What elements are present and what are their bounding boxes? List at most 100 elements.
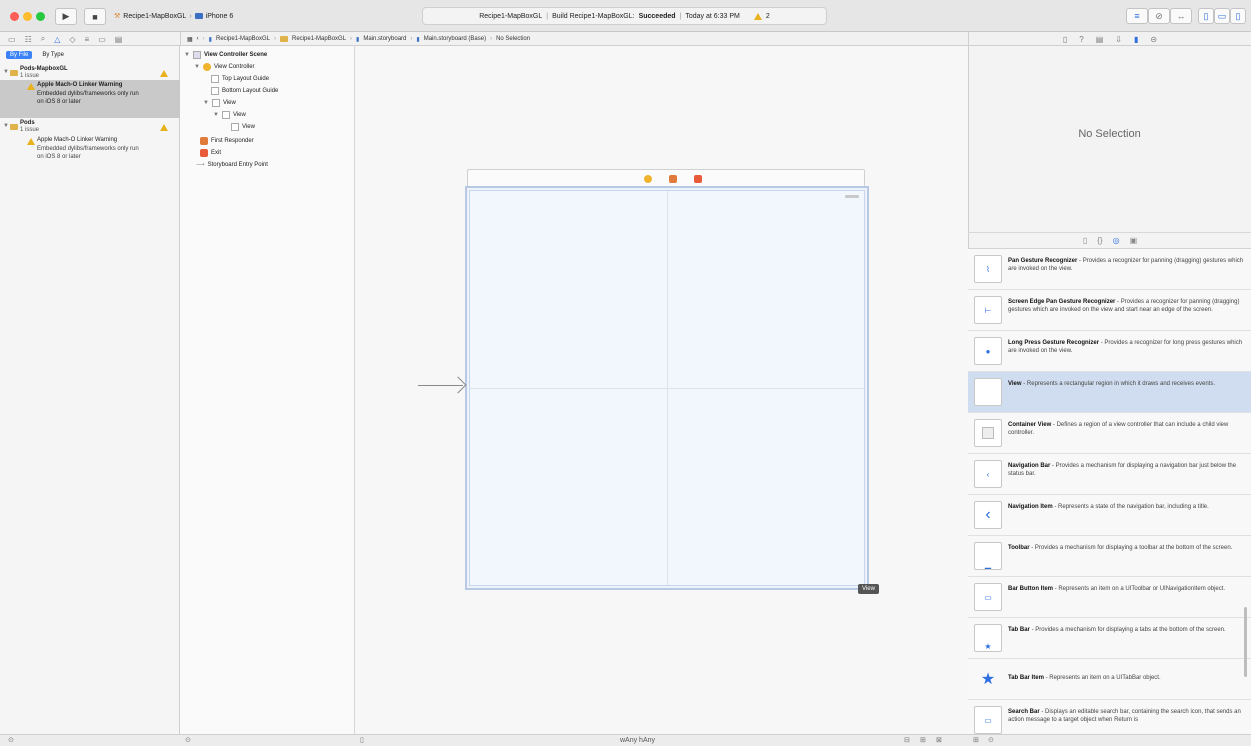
outline-exit[interactable]: Exit <box>200 149 221 157</box>
activity-viewer: Recipe1-MapBoxGL | Build Recipe1-MapBoxG… <box>422 7 827 25</box>
library-grid-icon[interactable]: ⊞ <box>973 736 979 744</box>
code-snippet-icon[interactable]: {} <box>1097 236 1102 245</box>
outline-filter-icon[interactable]: ⊙ <box>185 736 191 744</box>
test-icon[interactable]: ◇ <box>69 35 75 44</box>
disclosure-down-icon[interactable]: ▼ <box>203 100 209 106</box>
library-item[interactable]: ★ Tab Bar Item - Represents an item on a … <box>968 659 1251 700</box>
toggle-utilities-button[interactable]: ▯ <box>1230 8 1246 24</box>
library-item[interactable]: Container View - Defines a region of a v… <box>968 413 1251 454</box>
version-editor-button[interactable]: ↔ <box>1170 8 1192 24</box>
outline-subview[interactable]: ▼ View <box>213 111 246 119</box>
folder-icon[interactable]: ▭ <box>8 35 16 44</box>
library-item-name: Navigation Bar <box>1008 463 1051 469</box>
related-items-icon[interactable]: ▦ <box>187 36 193 43</box>
breadcrumb-storyboard-base[interactable]: Main.storyboard (Base) <box>424 36 486 42</box>
outline-storyboard-entry-point[interactable]: ⟶ Storyboard Entry Point <box>196 161 268 169</box>
back-icon[interactable]: ‹ <box>197 36 199 42</box>
issue-group-header[interactable]: ▼ Pods-MapboxGL 1 issue <box>0 66 180 80</box>
identity-inspector-icon[interactable]: ▤ <box>1096 35 1104 44</box>
outline-view[interactable]: ▼ View <box>203 99 236 107</box>
library-filter-icon[interactable]: ⊙ <box>988 736 994 744</box>
breadcrumb-selection[interactable]: No Selection <box>496 36 530 42</box>
disclosure-down-icon[interactable]: ▼ <box>213 112 219 118</box>
assistant-editor-icon: ⊘ <box>1155 10 1163 21</box>
forward-icon[interactable]: › <box>203 36 205 42</box>
library-item[interactable]: ● Long Press Gesture Recognizer - Provide… <box>968 331 1251 372</box>
build-status: Succeeded <box>638 12 676 20</box>
outline-nested-view[interactable]: View <box>231 123 255 131</box>
layout-guide-icon <box>211 75 219 83</box>
zoom-window-button[interactable] <box>36 12 45 21</box>
size-inspector-icon[interactable]: ▮ <box>1134 35 1138 44</box>
scene-dock[interactable] <box>467 169 865 187</box>
issue-group-header[interactable]: ▼ Pods 1 issue <box>0 120 180 134</box>
outline-toggle-icon[interactable]: ▯ <box>360 736 364 744</box>
issue-warning-icon[interactable]: △ <box>54 35 60 44</box>
exit-icon <box>200 149 208 157</box>
outline-bottom-layout-guide[interactable]: Bottom Layout Guide <box>211 87 278 95</box>
issue-row-selected[interactable]: Apple Mach-O Linker Warning Embedded dyl… <box>0 80 180 118</box>
standard-editor-button[interactable]: ≡ <box>1126 8 1148 24</box>
pin-icon[interactable]: ⊞ <box>920 736 926 744</box>
outline-scene[interactable]: ▼ View Controller Scene <box>184 51 267 59</box>
disclosure-down-icon[interactable]: ▼ <box>3 123 9 129</box>
library-item[interactable]: ‹ Navigation Item - Represents a state of… <box>968 495 1251 536</box>
warning-count[interactable]: 2 <box>766 13 770 20</box>
quick-help-icon[interactable]: ? <box>1079 35 1083 44</box>
warning-icon <box>27 83 35 90</box>
tab-by-file[interactable]: By File <box>6 51 33 59</box>
symbol-icon[interactable]: ☷ <box>25 35 32 44</box>
search-icon[interactable]: ⌕ <box>41 34 45 44</box>
scheme-selector[interactable]: ⚒ Recipe1-MapBoxGL › iPhone 6 <box>114 9 233 23</box>
connections-inspector-icon[interactable]: ⊝ <box>1150 35 1157 44</box>
breadcrumb-project[interactable]: Recipe1-MapBoxGL <box>216 36 270 42</box>
run-button[interactable]: ▶ <box>55 8 77 25</box>
device-name: iPhone 6 <box>205 12 234 20</box>
root-view[interactable] <box>469 190 865 586</box>
resolve-icon[interactable]: ⊠ <box>936 736 942 744</box>
close-window-button[interactable] <box>10 12 19 21</box>
toggle-debug-area-button[interactable]: ▭ <box>1214 8 1230 24</box>
library-item[interactable]: ★ Tab Bar - Provides a mechanism for disp… <box>968 618 1251 659</box>
library-item[interactable]: ▁ Toolbar - Provides a mechanism for disp… <box>968 536 1251 577</box>
outline-top-layout-guide[interactable]: Top Layout Guide <box>211 75 269 83</box>
size-class-selector[interactable]: wAny hAny <box>620 737 655 744</box>
library-item[interactable]: ⌇ Pan Gesture Recognizer - Provides a rec… <box>968 249 1251 290</box>
edge-pan-icon: ⊢ <box>974 296 1002 324</box>
media-library-icon[interactable]: ▣ <box>1130 236 1138 245</box>
object-library-icon[interactable]: ◎ <box>1113 236 1120 245</box>
minimize-window-button[interactable] <box>23 12 32 21</box>
filter-icon[interactable]: ⊙ <box>8 736 14 744</box>
report-icon[interactable]: ▤ <box>115 35 123 44</box>
library-item-selected[interactable]: View - Represents a rectangular region i… <box>968 372 1251 413</box>
library-scrollbar[interactable] <box>1244 607 1247 677</box>
assistant-editor-button[interactable]: ⊘ <box>1148 8 1170 24</box>
align-icon[interactable]: ⊟ <box>904 736 910 744</box>
tab-by-type[interactable]: By Type <box>38 51 68 59</box>
first-responder-icon[interactable] <box>669 175 677 183</box>
breadcrumb-storyboard[interactable]: Main.storyboard <box>363 36 406 42</box>
target-icon <box>10 124 18 130</box>
stop-button[interactable]: ■ <box>84 8 106 25</box>
breadcrumb-folder[interactable]: Recipe1-MapBoxGL <box>292 36 346 42</box>
debug-icon[interactable]: ≡ <box>85 35 90 44</box>
disclosure-down-icon[interactable]: ▼ <box>184 52 190 58</box>
outline-label: View <box>232 112 246 118</box>
library-item[interactable]: ⊢ Screen Edge Pan Gesture Recognizer - Pr… <box>968 290 1251 331</box>
file-inspector-icon[interactable]: ▯ <box>1063 35 1067 44</box>
view-icon <box>974 378 1002 406</box>
disclosure-down-icon[interactable]: ▼ <box>3 69 9 75</box>
issue-row[interactable]: Apple Mach-O Linker Warning Embedded dyl… <box>0 135 180 173</box>
attributes-inspector-icon[interactable]: ⇩ <box>1115 35 1122 44</box>
outline-first-responder[interactable]: First Responder <box>200 137 254 145</box>
breakpoint-icon[interactable]: ▭ <box>98 35 106 44</box>
warning-icon[interactable] <box>753 12 762 20</box>
disclosure-down-icon[interactable]: ▼ <box>194 64 200 70</box>
toggle-navigator-button[interactable]: ▯ <box>1198 8 1214 24</box>
exit-icon[interactable] <box>694 175 702 183</box>
file-template-icon[interactable]: ▯ <box>1083 236 1087 245</box>
library-item[interactable]: ▭ Bar Button Item - Represents an item on… <box>968 577 1251 618</box>
library-item[interactable]: ‹ Navigation Bar - Provides a mechanism f… <box>968 454 1251 495</box>
outline-view-controller[interactable]: ▼ View Controller <box>194 63 255 71</box>
view-controller-icon[interactable] <box>644 175 652 183</box>
